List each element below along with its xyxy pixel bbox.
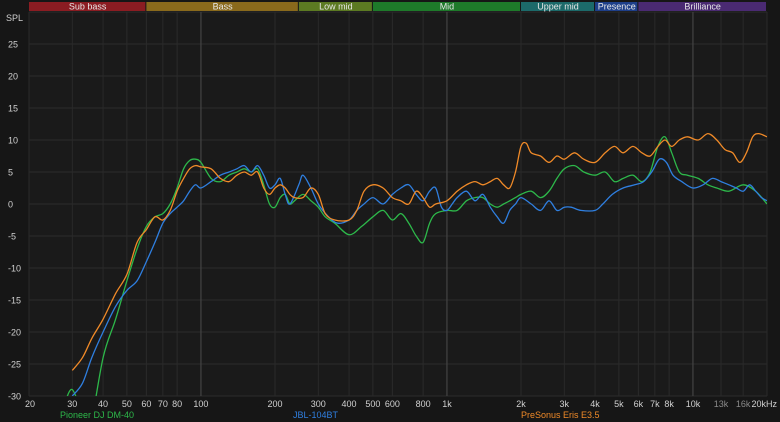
x-tick-label: 200 [267, 399, 282, 409]
x-tick-label: 70 [158, 399, 168, 409]
band-label: Bass [213, 2, 234, 12]
x-tick-label: 500 [365, 399, 380, 409]
y-tick-label: -5 [8, 232, 16, 242]
x-tick-label: 1k [442, 399, 452, 409]
band-label: Presence [598, 2, 636, 12]
legend-entry: Pioneer DJ DM-40 [60, 410, 134, 420]
legend-entry: PreSonus Eris E3.5 [521, 410, 600, 420]
x-axis: 20 30 40 50 60 70 80 100 200 300 400 500 600 800 1k 2k 3… [25, 399, 777, 409]
band-label: Low mid [319, 2, 353, 12]
x-tick-label: 60 [141, 399, 151, 409]
frequency-bands-bar: Sub bass Bass Low mid Mid Upper mid Presence B… [29, 2, 766, 12]
grid [28, 11, 768, 397]
band-label: Upper mid [537, 2, 579, 12]
x-tick-label: 3k [560, 399, 570, 409]
band-label: Sub bass [69, 2, 107, 12]
y-tick-label: 20 [8, 72, 18, 82]
x-tick-label: 6k [634, 399, 644, 409]
x-tick-label: 30 [67, 399, 77, 409]
y-tick-label: 0 [8, 200, 13, 210]
legend-entry: JBL-104BT [293, 410, 339, 420]
x-tick-label: 400 [342, 399, 357, 409]
y-tick-label: 10 [8, 136, 18, 146]
x-tick-label: 300 [311, 399, 326, 409]
band-label: Mid [440, 2, 455, 12]
x-tick-label: 7k [650, 399, 660, 409]
y-tick-label: 5 [8, 168, 13, 178]
y-axis: 25 20 15 10 5 0 -5 -10 -15 -20 -25 -30 [8, 40, 21, 402]
x-tick-label: 50 [122, 399, 132, 409]
frequency-response-chart: Sub bass Bass Low mid Mid Upper mid Presence B… [6, 2, 777, 421]
y-tick-label: 25 [8, 40, 18, 50]
x-tick-label: 600 [385, 399, 400, 409]
x-tick-label: 2k [516, 399, 526, 409]
y-tick-label: -15 [8, 296, 21, 306]
x-tick-label: 80 [172, 399, 182, 409]
x-tick-label: 800 [416, 399, 431, 409]
y-axis-label: SPL [6, 13, 23, 23]
y-tick-label: -30 [8, 392, 21, 402]
x-tick-label: 13k [714, 399, 729, 409]
x-tick-label: 5k [614, 399, 624, 409]
y-tick-label: 15 [8, 104, 18, 114]
x-tick-label: 40 [98, 399, 108, 409]
x-tick-label: 4k [590, 399, 600, 409]
x-tick-label: 16k [736, 399, 751, 409]
x-tick-label: 8k [664, 399, 674, 409]
legend: Pioneer DJ DM-40 JBL-104BT PreSonus Eris E… [60, 410, 600, 420]
band-label: Brilliance [684, 2, 721, 12]
y-tick-label: -20 [8, 328, 21, 338]
x-tick-label: 100 [193, 399, 208, 409]
x-tick-label: 10k [686, 399, 701, 409]
x-tick-label: 20 [25, 399, 35, 409]
x-tick-label: 20kHz [751, 399, 777, 409]
y-tick-label: -25 [8, 360, 21, 370]
y-tick-label: -10 [8, 264, 21, 274]
